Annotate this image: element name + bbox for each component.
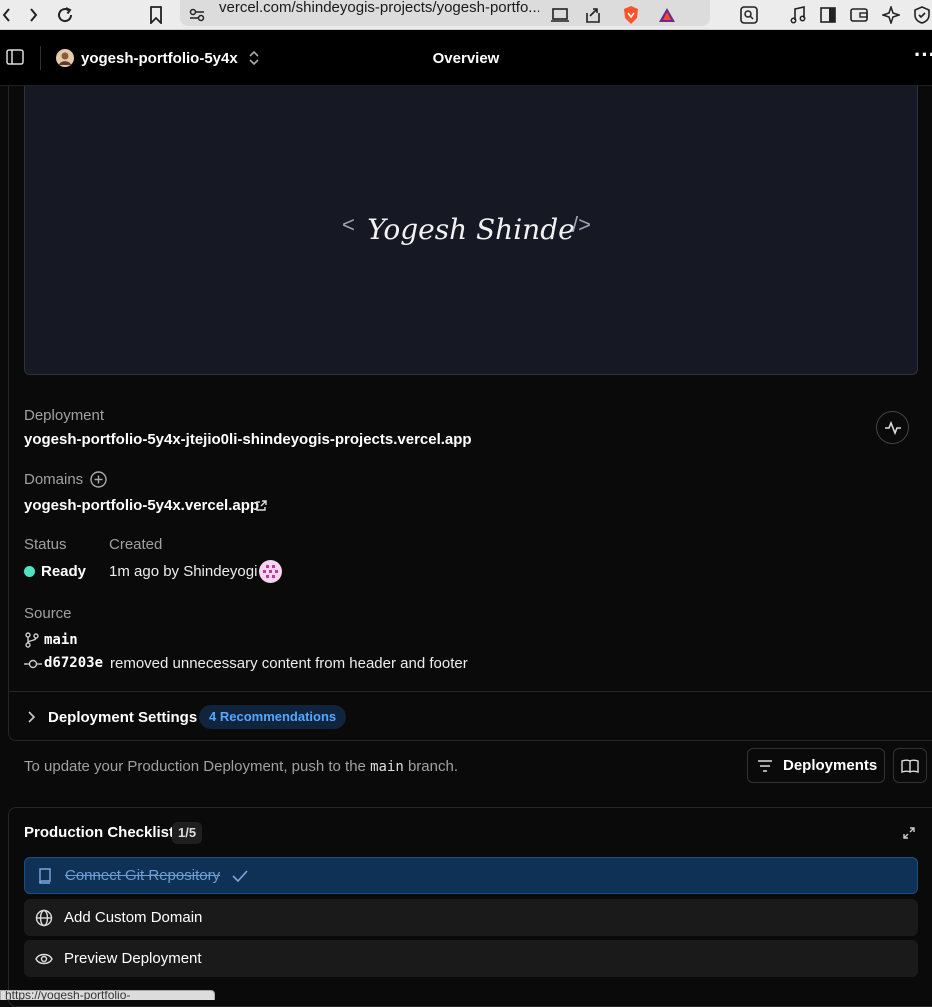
leo-ai-icon[interactable] xyxy=(880,0,902,30)
docs-button[interactable] xyxy=(893,748,927,783)
checklist-item-label: Connect Git Repository xyxy=(65,867,221,884)
domains-label: Domains xyxy=(24,471,84,488)
deployment-url[interactable]: yogesh-portfolio-5y4x-jtejio0li-shindeyo… xyxy=(24,431,472,448)
recommendations-badge[interactable]: 4 Recommendations xyxy=(199,705,347,729)
browser-toolbar: vercel.com/shindeyogis-projects/yogesh-p… xyxy=(0,0,932,30)
url-text: vercel.com/shindeyogis-projects/yogesh-p… xyxy=(219,0,539,16)
update-note-prefix: To update your Production Deployment, pu… xyxy=(24,758,366,775)
external-link-icon[interactable] xyxy=(255,499,267,517)
checkmark-icon xyxy=(232,869,248,882)
git-branch-icon xyxy=(24,632,40,653)
bookmark-icon[interactable] xyxy=(146,0,166,30)
signature-text: Yogesh Shinde xyxy=(367,213,574,246)
checklist-item-connect-git[interactable]: Connect Git Repository xyxy=(24,857,918,894)
update-note-branch: main xyxy=(370,759,404,775)
checklist-item-label: Preview Deployment xyxy=(64,950,202,967)
checklist-title: Production Checklist xyxy=(24,824,175,841)
share-icon[interactable] xyxy=(583,0,603,30)
vpn-shield-icon[interactable] xyxy=(912,0,932,30)
add-domain-icon[interactable] xyxy=(90,471,107,493)
commit-hash[interactable]: d67203e xyxy=(44,655,103,671)
deployments-label: Deployments xyxy=(783,757,878,774)
checklist-item-add-domain[interactable]: Add Custom Domain xyxy=(24,899,918,936)
globe-icon xyxy=(24,909,64,927)
status-value: Ready xyxy=(41,563,87,580)
checklist-item-preview-deployment[interactable]: Preview Deployment xyxy=(24,940,918,977)
source-label: Source xyxy=(24,605,72,622)
reload-icon[interactable] xyxy=(54,0,76,30)
page-title: Overview xyxy=(432,50,500,67)
sidebar-toggle-icon[interactable] xyxy=(818,0,838,30)
cast-icon[interactable] xyxy=(550,0,570,30)
forward-icon[interactable] xyxy=(26,0,42,30)
repository-icon xyxy=(25,867,65,884)
search-page-icon[interactable] xyxy=(738,0,760,30)
app-header: yogesh-portfolio-5y4x Overview ··· xyxy=(0,30,932,86)
checklist-item-label: Add Custom Domain xyxy=(64,909,203,926)
update-note: To update your Production Deployment, pu… xyxy=(24,758,458,775)
preview-signature: Yogesh Shinde xyxy=(367,213,574,246)
status-dot xyxy=(24,566,35,577)
deployment-settings-toggle[interactable]: Deployment Settings xyxy=(48,709,197,726)
link-status-tooltip: https://yogesh-portfolio-5y4x.vercel.app xyxy=(0,990,215,1000)
commit-message: removed unnecessary content from header … xyxy=(110,655,468,672)
site-settings-icon[interactable] xyxy=(188,0,206,30)
status-label: Status xyxy=(24,536,67,553)
preview-close-bracket: /> xyxy=(572,212,591,237)
wallet-icon[interactable] xyxy=(848,0,870,30)
brave-rewards-icon[interactable] xyxy=(656,0,678,30)
deployments-button[interactable]: Deployments xyxy=(747,748,885,783)
deployment-label: Deployment xyxy=(24,407,105,424)
book-icon xyxy=(901,759,919,773)
eye-icon xyxy=(24,952,64,966)
expand-icon[interactable] xyxy=(903,826,915,844)
more-icon[interactable]: ··· xyxy=(914,44,932,66)
brave-shield-icon[interactable] xyxy=(620,0,642,30)
checklist-progress: 1/5 xyxy=(172,822,203,844)
domain-link[interactable]: yogesh-portfolio-5y4x.vercel.app xyxy=(24,497,259,514)
activity-icon[interactable] xyxy=(876,411,909,444)
filter-lines-icon xyxy=(757,759,773,772)
address-bar[interactable]: vercel.com/shindeyogis-projects/yogesh-p… xyxy=(180,0,710,26)
git-commit-icon xyxy=(24,657,42,675)
user-avatar[interactable] xyxy=(259,560,282,588)
update-note-suffix: branch. xyxy=(407,758,458,775)
divider xyxy=(8,691,932,692)
created-label: Created xyxy=(109,536,163,553)
branch-name[interactable]: main xyxy=(44,632,78,648)
back-icon[interactable] xyxy=(0,0,12,30)
chevron-right-icon[interactable] xyxy=(27,710,37,729)
created-value: 1m ago by Shindeyogi xyxy=(109,563,258,580)
music-icon[interactable] xyxy=(788,0,808,30)
